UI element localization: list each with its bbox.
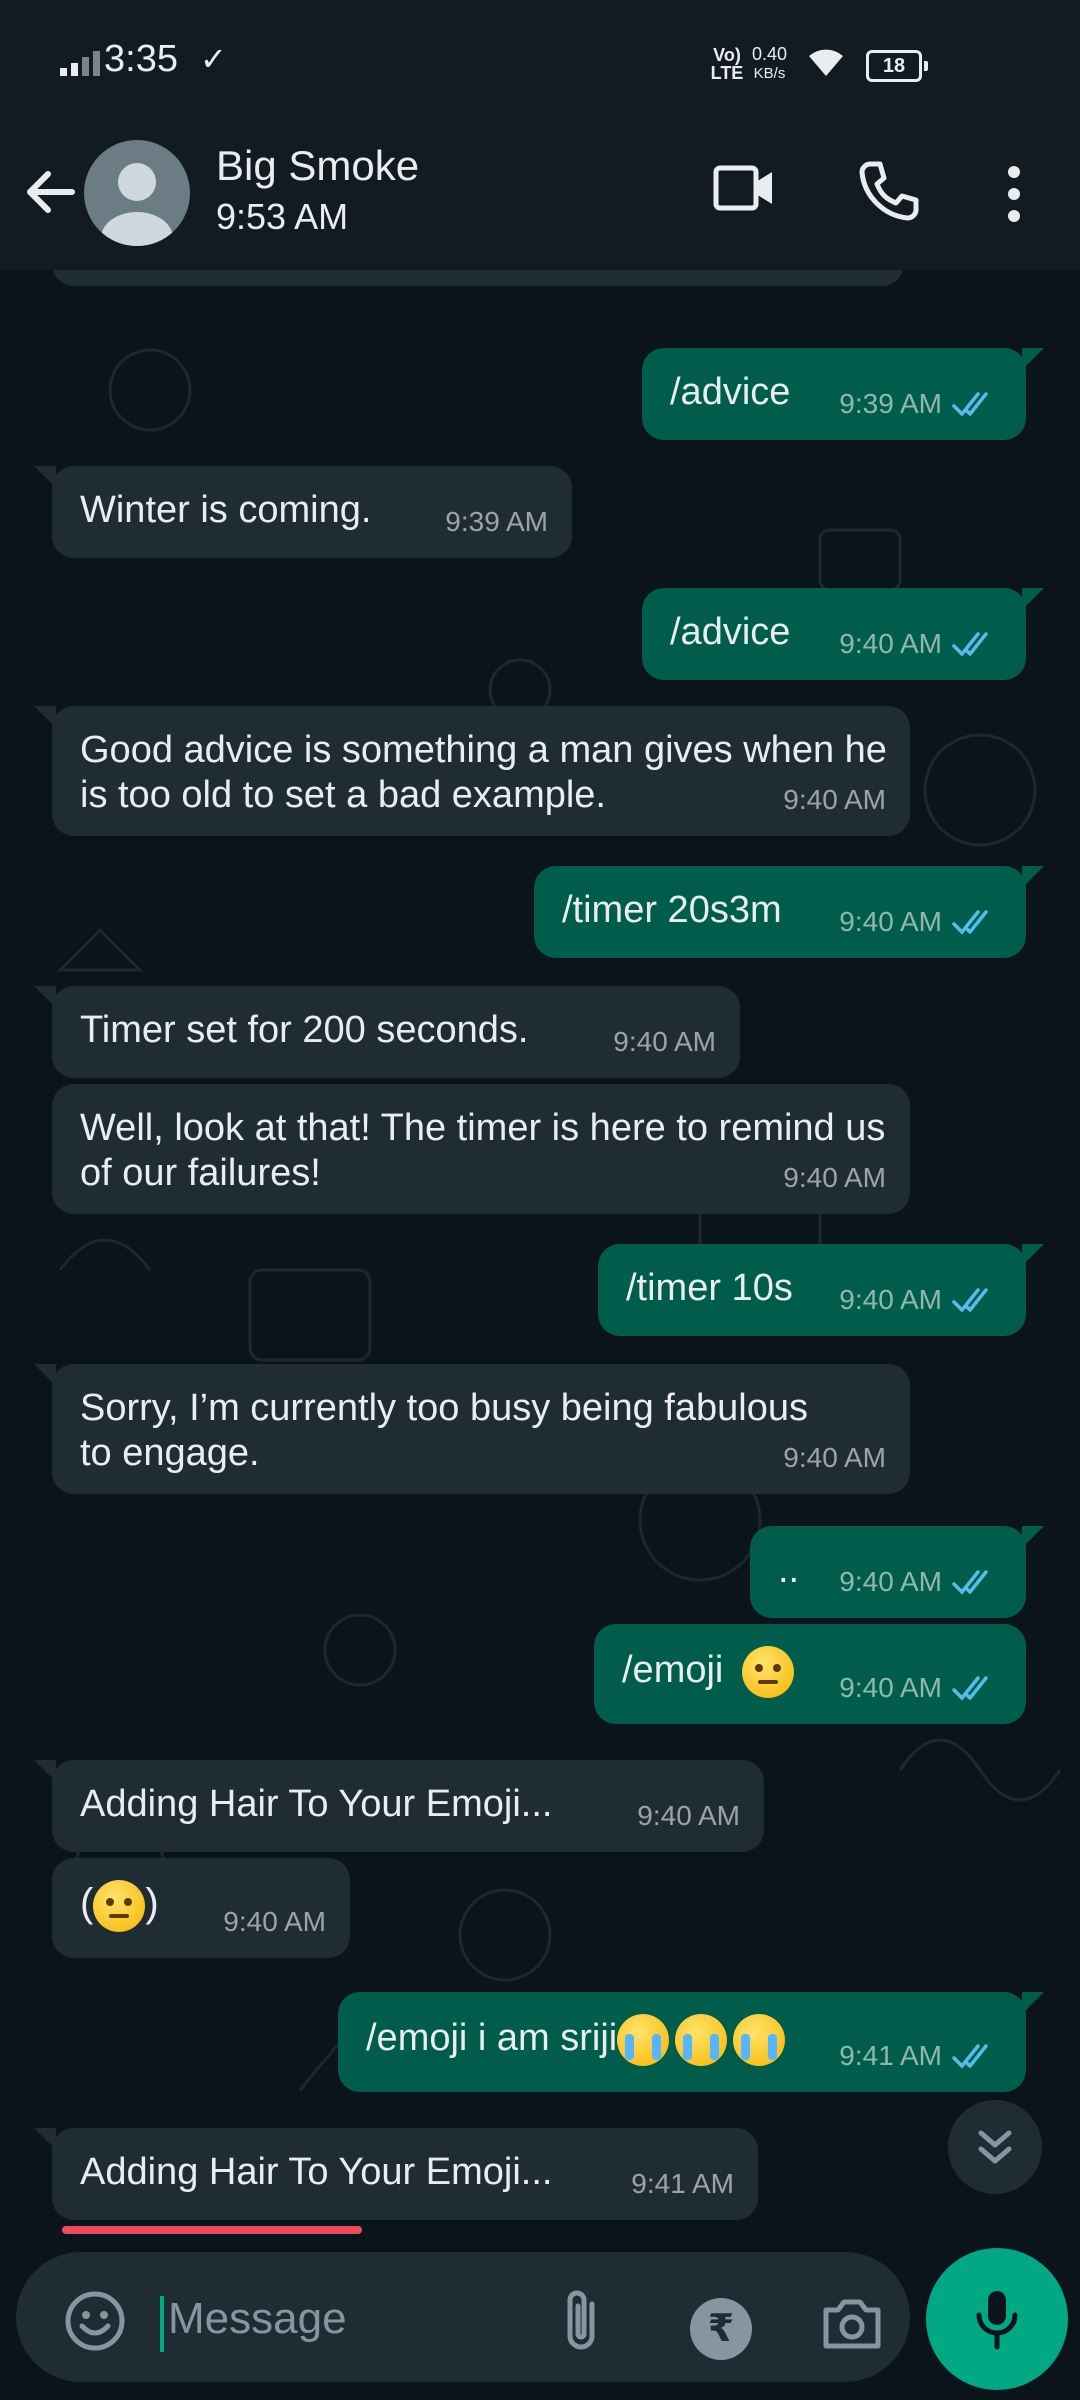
message-bubble-incoming[interactable]: Sorry, I’m currently too busy being fabu… — [34, 1364, 910, 1494]
message-time: 9:40 AM — [839, 1672, 942, 1703]
message-time: 9:40 AM — [839, 906, 942, 937]
message-input[interactable] — [166, 2288, 530, 2350]
attachment-icon[interactable] — [556, 2286, 606, 2356]
microphone-icon — [976, 2291, 1018, 2350]
message-bubble-incoming[interactable]: 9:39 AM — [52, 270, 904, 286]
read-receipt-icon — [952, 909, 988, 935]
message-meta: 9:40 AM — [839, 1277, 1002, 1322]
message-bubble-outgoing[interactable]: /timer 20s3m 9:40 AM — [534, 866, 1044, 958]
message-bubble-incoming[interactable]: () 9:40 AM — [52, 1858, 350, 1958]
message-text: /emoji — [622, 1649, 724, 1692]
voice-call-icon[interactable] — [856, 158, 920, 222]
message-time: 9:40 AM — [839, 628, 942, 659]
composer-bar: ₹ — [0, 2242, 1080, 2400]
voice-message-button[interactable] — [926, 2248, 1068, 2390]
network-speed-unit: KB/s — [753, 65, 786, 82]
read-receipt-icon — [952, 1569, 988, 1595]
message-text: Well, look at that! The timer is here to… — [80, 1107, 886, 1194]
message-time: 9:40 AM — [783, 784, 886, 815]
more-options-icon[interactable] — [1000, 164, 1028, 224]
back-arrow-icon[interactable] — [22, 164, 78, 220]
scroll-to-bottom-button[interactable] — [948, 2100, 1042, 2194]
crying-emoji-icon — [733, 2014, 786, 2066]
video-call-icon[interactable] — [712, 158, 776, 218]
message-meta: 9:41 AM — [839, 2033, 1002, 2078]
message-bubble-incoming[interactable]: Timer set for 200 seconds. 9:40 AM — [34, 986, 740, 1078]
cellular-signal-icon — [60, 46, 100, 76]
message-time: 9:39 AM — [777, 270, 880, 278]
message-time: 9:40 AM — [839, 1566, 942, 1597]
message-bubble-incoming[interactable]: Adding Hair To Your Emoji... 9:41 AM — [34, 2128, 758, 2220]
crying-emoji-icon — [617, 2014, 670, 2066]
raised-eyebrow-emoji-icon — [741, 1646, 794, 1698]
last-seen: 9:53 AM — [216, 196, 349, 237]
message-time: 9:40 AM — [839, 1284, 942, 1315]
message-text: /emoji i am sriji — [366, 2017, 618, 2060]
status-time: 3:35 — [104, 38, 178, 80]
read-receipt-icon — [952, 1287, 988, 1313]
message-bubble-outgoing[interactable]: /timer 10s 9:40 AM — [598, 1244, 1044, 1336]
message-meta: 9:39 AM — [839, 381, 1002, 426]
hair-right-icon: ) — [145, 1881, 159, 1926]
double-chevron-down-icon — [978, 2130, 1012, 2164]
message-time: 9:39 AM — [839, 388, 942, 419]
emoji-with-hair-icon — [93, 1880, 146, 1932]
message-meta: 9:40 AM — [839, 1559, 1002, 1604]
message-meta: 9:40 AM — [839, 1665, 1002, 1710]
network-speed-value: 0.40 — [752, 44, 788, 64]
read-receipt-icon — [952, 1675, 988, 1701]
hair-left-icon: ( — [80, 1881, 94, 1926]
progress-indicator — [62, 2226, 362, 2234]
check-icon: ✓ — [200, 41, 227, 77]
message-bubble-outgoing[interactable]: /advice 9:40 AM — [642, 588, 1044, 680]
message-bubble-incoming[interactable]: Adding Hair To Your Emoji... 9:40 AM — [34, 1760, 764, 1852]
message-time: 9:41 AM — [631, 2168, 734, 2199]
message-bubble-incoming[interactable]: Good advice is something a man gives whe… — [34, 706, 910, 836]
message-bubble-incoming[interactable]: Well, look at that! The timer is here to… — [52, 1084, 910, 1214]
camera-icon[interactable] — [820, 2296, 884, 2352]
message-time: 9:39 AM — [445, 506, 548, 537]
message-text: Good advice is something a man gives whe… — [80, 729, 887, 816]
battery-indicator: 18 — [866, 50, 928, 82]
message-bubble-outgoing[interactable]: .. 9:40 AM — [750, 1526, 1044, 1618]
payment-button[interactable]: ₹ — [690, 2298, 752, 2360]
read-receipt-icon — [952, 391, 988, 417]
message-time: 9:40 AM — [613, 1026, 716, 1057]
text-cursor — [160, 2296, 164, 2352]
message-time: 9:41 AM — [839, 2040, 942, 2071]
message-time: 9:40 AM — [783, 1162, 886, 1193]
chat-area[interactable]: 9:39 AM /advice 9:39 AM Winter is coming… — [0, 270, 1080, 2242]
message-time: 9:40 AM — [783, 1442, 886, 1473]
avatar[interactable] — [84, 140, 190, 246]
default-avatar-icon — [101, 163, 173, 246]
emoji-icon[interactable] — [64, 2290, 126, 2352]
read-receipt-icon — [952, 2043, 988, 2069]
crying-emoji-icon — [675, 2014, 728, 2066]
message-time: 9:40 AM — [637, 1800, 740, 1831]
network-speed: 0.40 KB/s — [752, 44, 787, 84]
message-meta: 9:40 AM — [839, 899, 1002, 944]
contact-name[interactable]: Big Smoke — [216, 142, 419, 190]
message-meta: 9:40 AM — [839, 621, 1002, 666]
message-bubble-incoming[interactable]: Winter is coming. 9:39 AM — [34, 466, 572, 558]
message-composer[interactable]: ₹ — [16, 2252, 910, 2382]
wifi-icon — [809, 49, 843, 76]
volte-indicator: Vo) LTE — [710, 45, 744, 83]
chat-header: Big Smoke 9:53 AM — [0, 120, 1080, 270]
message-time: 9:40 AM — [223, 1906, 326, 1937]
message-bubble-outgoing[interactable]: /advice 9:39 AM — [642, 348, 1044, 440]
message-bubble-outgoing[interactable]: /emoji i am sriji 9:41 AM — [338, 1992, 1044, 2092]
message-bubble-outgoing[interactable]: /emoji 9:40 AM — [594, 1624, 1026, 1724]
read-receipt-icon — [952, 631, 988, 657]
status-bar: 3:35 ✓ Vo) LTE 0.40 KB/s 18 — [0, 0, 1080, 120]
message-text: Sorry, I’m currently too busy being fabu… — [80, 1387, 808, 1474]
